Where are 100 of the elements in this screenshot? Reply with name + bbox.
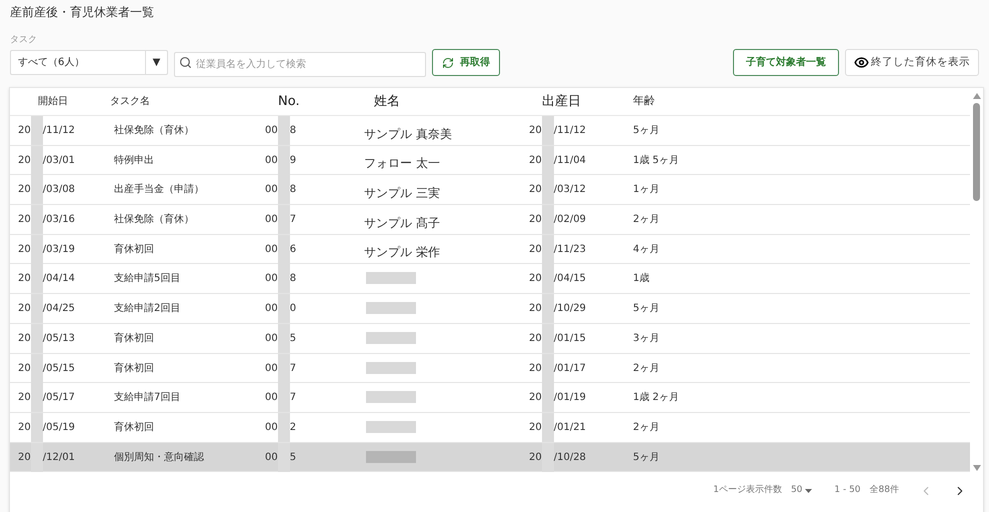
start-date-suffix: /03/16 — [42, 213, 75, 228]
age-cell-text: 2ヶ月 — [633, 213, 660, 228]
employee-number-prefix: 00 — [265, 332, 278, 346]
age-cell-text: 2ヶ月 — [633, 362, 660, 376]
page-range: 1 - 50 — [834, 484, 861, 498]
start-date-prefix: 20 — [18, 450, 31, 465]
task-name-cell-text: 育休初回 — [114, 332, 154, 346]
blur-mask — [278, 383, 290, 412]
rows-per-page-select[interactable]: 50 — [790, 484, 812, 498]
employee-number-suffix: 7 — [290, 391, 296, 406]
blur-mask — [366, 302, 416, 314]
search-icon — [179, 56, 192, 69]
task-name-cell-text: 社保免除（育休） — [114, 212, 194, 228]
start-date-suffix: /05/19 — [42, 420, 75, 435]
column-header: 姓名 — [374, 92, 400, 111]
scroll-up-icon — [972, 93, 980, 99]
show-ended-button[interactable]: 終了した育休を表示 — [845, 49, 979, 76]
birth-date-suffix: /11/12 — [554, 124, 586, 138]
table-row[interactable]: 20 /03/19 育休初回 00 6 サンプル 栄作 20 /11/23 4ヶ月 — [10, 234, 970, 264]
eye-icon — [854, 55, 869, 70]
start-date-suffix: /04/14 — [42, 272, 75, 286]
employee-number-prefix: 00 — [265, 450, 278, 465]
blur-mask — [30, 412, 43, 442]
task-name-cell-text: 育休初回 — [114, 420, 154, 435]
blur-mask — [542, 264, 554, 294]
column-header: 出産日 — [542, 92, 581, 111]
start-date-suffix: /05/15 — [42, 362, 75, 376]
blur-mask — [278, 234, 290, 264]
start-date-suffix: /04/25 — [42, 302, 75, 316]
start-date-prefix: 20 — [18, 332, 31, 346]
age-cell-text: 1ヶ月 — [633, 183, 660, 198]
blur-mask — [542, 324, 554, 353]
start-date-prefix: 20 — [18, 183, 31, 198]
table-row[interactable]: 20 /04/25 支給申請2回目 00 0 20 /10/29 5ヶ月 — [10, 294, 970, 324]
birth-date-prefix: 20 — [529, 362, 542, 376]
birth-date-prefix: 20 — [529, 124, 542, 138]
employee-number-prefix: 00 — [265, 242, 278, 257]
start-date-prefix: 20 — [18, 124, 31, 138]
start-date-prefix: 20 — [18, 272, 31, 286]
employee-number-suffix: 8 — [290, 183, 296, 198]
blur-mask — [542, 175, 554, 204]
start-date-prefix: 20 — [18, 391, 31, 406]
table-row[interactable]: 20 /03/16 社保免除（育休） 00 7 サンプル 髙子 20 /02/09 2ヶ月 — [10, 205, 970, 235]
birth-date-suffix: /10/29 — [554, 302, 586, 316]
scrollbar-thumb[interactable] — [973, 103, 980, 201]
blur-mask — [542, 234, 554, 264]
blur-mask — [542, 383, 554, 412]
table-row[interactable]: 20 /03/08 出産手当金（申請） 00 8 サンプル 三実 20 /03/12 1ヶ月 — [10, 175, 970, 206]
blur-mask — [542, 354, 554, 382]
employee-name-cell-text: サンプル 栄作 — [364, 244, 440, 262]
start-date-prefix: 20 — [18, 362, 31, 376]
table-row[interactable]: 20 /12/01 個別周知・意向確認 00 5 20 /10/28 5ヶ月 — [10, 442, 970, 472]
task-name-cell-text: 個別周知・意向確認 — [114, 450, 204, 465]
blur-mask — [30, 354, 43, 382]
task-name-cell-text: 育休初回 — [114, 362, 154, 376]
rows-per-page-label: 1ページ表示件数 — [713, 484, 782, 498]
table-row[interactable]: 20 /05/15 育休初回 00 7 20 /01/17 2ヶ月 — [10, 354, 970, 384]
caret-icon — [805, 489, 812, 493]
table-row[interactable]: 20 /05/17 支給申請7回目 00 7 20 /01/19 1歳 2ヶ月 — [10, 383, 970, 413]
birth-date-suffix: /11/04 — [554, 154, 586, 168]
table-row[interactable]: 20 /05/13 育休初回 00 5 20 /01/15 3ヶ月 — [10, 324, 970, 354]
employee-number-prefix: 00 — [265, 154, 278, 168]
childcare-list-button[interactable]: 子育て対象者一覧 — [733, 49, 839, 76]
employee-number-suffix: 8 — [290, 272, 296, 286]
birth-date-prefix: 20 — [529, 332, 542, 346]
blur-mask — [366, 420, 416, 433]
age-cell-text: 1歳 5ヶ月 — [633, 154, 679, 168]
employee-number-suffix: 6 — [290, 242, 296, 257]
start-date-prefix: 20 — [18, 420, 31, 435]
age-cell-text: 5ヶ月 — [633, 450, 660, 465]
employee-name-cell-text: サンプル 髙子 — [364, 214, 440, 232]
employee-number-prefix: 00 — [265, 362, 278, 376]
blur-mask — [30, 264, 43, 294]
birth-date-prefix: 20 — [529, 183, 542, 198]
age-cell-text: 4ヶ月 — [633, 242, 660, 257]
birth-date-prefix: 20 — [529, 302, 542, 316]
blur-mask — [278, 294, 290, 324]
blur-mask — [278, 175, 290, 204]
table-row[interactable]: 20 /04/14 支給申請5回目 00 8 20 /04/15 1歳 — [10, 264, 970, 294]
birth-date-suffix: /01/21 — [554, 420, 586, 435]
employee-number-prefix: 00 — [265, 420, 278, 435]
column-header: 年齢 — [633, 93, 655, 110]
start-date-prefix: 20 — [18, 242, 31, 257]
birth-date-suffix: /03/12 — [554, 183, 586, 198]
start-date-prefix: 20 — [18, 213, 31, 228]
age-cell-text: 2ヶ月 — [633, 420, 660, 435]
blur-mask — [278, 205, 290, 234]
table-row[interactable]: 20 /03/01 特例申出 00 9 フォロー 太一 20 /11/04 1歳 5ヶ月 — [10, 146, 970, 176]
table-row[interactable]: 20 /05/19 育休初回 00 2 20 /01/21 2ヶ月 — [10, 412, 970, 443]
blur-mask — [30, 175, 43, 204]
blur-mask — [366, 450, 416, 463]
blur-mask — [30, 294, 43, 324]
age-cell-text: 5ヶ月 — [633, 302, 660, 316]
birth-date-prefix: 20 — [529, 242, 542, 257]
table-row[interactable]: 20 /11/12 社保免除（育休） 00 8 サンプル 真奈美 20 /11/12 5ヶ月 — [10, 116, 970, 146]
refresh-button[interactable]: 再取得 — [432, 49, 500, 76]
search-field[interactable]: 従業員名を入力して検索 — [174, 52, 426, 77]
task-dropdown[interactable]: すべて（6人） ▼ — [10, 50, 168, 75]
employee-number-prefix: 00 — [265, 183, 278, 198]
task-name-cell-text: 社保免除（育休） — [114, 124, 194, 138]
